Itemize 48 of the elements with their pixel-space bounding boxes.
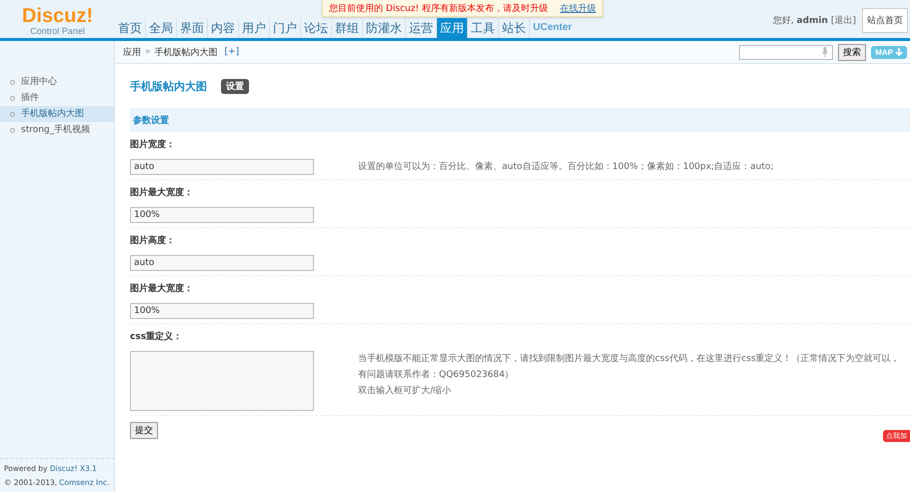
microphone-icon bbox=[822, 47, 828, 57]
field-label: 图片最大宽度： bbox=[130, 186, 194, 200]
sidebar-item[interactable]: strong_手机视频 bbox=[0, 122, 114, 138]
field-hint: 当手机模版不能正常显示大图的情况下，请找到限制图片最大宽度与高度的css代码，在这里进行css重定义！（正常情况下为空就可以，有问题请联系作者：QQ695023684） bbox=[358, 352, 901, 382]
sidebar-item[interactable]: 手机版帖内大图 bbox=[0, 106, 114, 122]
nav-tab[interactable]: 工具 bbox=[468, 18, 499, 38]
site-home-button[interactable]: 站点首页 bbox=[862, 8, 908, 33]
settings-tab[interactable]: 设置 bbox=[221, 78, 249, 94]
nav-tab[interactable]: 防灌水 bbox=[363, 18, 406, 38]
text-field[interactable]: 100% bbox=[130, 207, 314, 223]
breadcrumb-separator: » bbox=[145, 47, 151, 57]
field-label: 图片高度： bbox=[130, 234, 176, 248]
notice-text: 您目前使用的 Discuz! 程序有新版本发布，请及时升级 bbox=[329, 2, 548, 14]
greeting-text: 您好, admin bbox=[772, 14, 828, 27]
field-hint: 设置的单位可以为：百分比、像素、auto自适应等。百分比如：100%；像素如：100px;自适应：auto; bbox=[358, 160, 774, 174]
field-hint: 双击输入框可扩大/缩小 bbox=[358, 384, 452, 398]
add-shortcut-link[interactable]: [+] bbox=[224, 47, 240, 57]
nav-tab[interactable]: 应用 bbox=[437, 18, 468, 38]
sidebar-item[interactable]: 插件 bbox=[0, 90, 114, 106]
breadcrumb-item[interactable]: 手机版帖内大图 bbox=[154, 46, 218, 58]
section-title: 参数设置 bbox=[133, 114, 169, 126]
logo-subtitle: Control Panel bbox=[30, 26, 85, 36]
text-field[interactable]: 100% bbox=[130, 303, 314, 319]
nav-tab[interactable]: 全局 bbox=[146, 18, 177, 38]
nav-tab[interactable]: 首页 bbox=[115, 18, 146, 38]
down-arrow-icon bbox=[895, 48, 903, 56]
nav-tab[interactable]: 站长 bbox=[499, 18, 530, 38]
nav-tab[interactable]: 界面 bbox=[177, 18, 208, 38]
upgrade-link[interactable]: 在线升级 bbox=[560, 2, 596, 14]
search-field[interactable] bbox=[739, 44, 834, 60]
logo-text: Discuz! bbox=[22, 6, 94, 26]
nav-tab[interactable]: 用户 bbox=[239, 18, 270, 38]
logout-link[interactable]: [退出] bbox=[830, 14, 856, 27]
nav-tab[interactable]: 群组 bbox=[332, 18, 363, 38]
breadcrumb-item[interactable]: 应用 bbox=[123, 46, 141, 58]
field-label: 图片宽度： bbox=[130, 138, 176, 152]
page-title: 手机版帖内大图 bbox=[130, 78, 207, 94]
text-field[interactable]: auto bbox=[130, 159, 314, 175]
nav-tab[interactable]: 论坛 bbox=[301, 18, 332, 38]
field-label: 图片最大宽度： bbox=[130, 282, 194, 296]
search-button[interactable]: 搜索 bbox=[838, 44, 866, 60]
submit-button[interactable]: 提交 bbox=[130, 422, 158, 439]
text-field[interactable]: auto bbox=[130, 255, 314, 271]
sidebar-item[interactable]: 应用中心 bbox=[0, 74, 114, 90]
text-area[interactable] bbox=[130, 351, 314, 411]
field-label: css重定义： bbox=[130, 330, 184, 344]
nav-tab[interactable]: 门户 bbox=[270, 18, 301, 38]
nav-tab[interactable]: 内容 bbox=[208, 18, 239, 38]
